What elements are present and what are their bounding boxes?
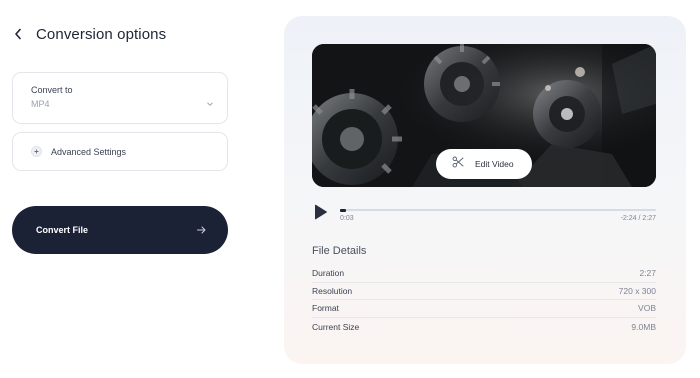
detail-value: 720 x 300 [618,285,656,296]
chevron-left-icon [14,28,22,40]
detail-value: VOB [638,303,656,314]
advanced-settings-toggle[interactable]: Advanced Settings [12,132,228,171]
advanced-settings-label: Advanced Settings [51,146,127,157]
detail-value: 9.0MB [631,321,656,332]
progress-fill [340,208,347,212]
convert-file-label: Convert File [36,225,89,235]
edit-video-label: Edit Video [475,159,514,169]
arrow-right-icon [197,221,206,239]
file-details-title: File Details [312,245,367,257]
detail-row-duration: Duration 2:27 [312,265,656,283]
header: Conversion options [14,24,166,44]
play-icon [314,204,328,224]
convert-to-select[interactable]: Convert to MP4 [12,72,228,124]
detail-value: 2:27 [639,268,656,279]
convert-file-button[interactable]: Convert File [12,206,228,254]
detail-key: Format [312,303,339,314]
file-details-list: Duration 2:27 Resolution 720 x 300 Forma… [312,265,656,335]
detail-row-format: Format VOB [312,300,656,318]
plus-icon [31,146,42,157]
chevron-down-icon [207,102,213,106]
progress-slider[interactable] [340,208,656,212]
detail-key: Resolution [312,285,353,296]
page-title: Conversion options [36,25,167,43]
video-preview[interactable]: Edit Video [312,44,656,187]
current-time: 0:03 [340,215,354,222]
play-button[interactable] [314,204,328,220]
scissors-icon [452,155,464,173]
preview-panel: Edit Video 0:03 -2:24 / 2:27 File Detail… [284,16,686,364]
detail-row-current-size: Current Size 9.0MB [312,318,656,336]
convert-to-row: MP4 [31,99,213,109]
convert-to-label: Convert to [31,85,73,95]
detail-key: Duration [312,268,345,279]
remaining-total-time: -2:24 / 2:27 [620,215,656,222]
convert-to-value: MP4 [31,99,50,109]
detail-row-resolution: Resolution 720 x 300 [312,283,656,301]
edit-video-button[interactable]: Edit Video [436,149,532,179]
detail-key: Current Size [312,321,360,332]
back-button[interactable] [14,24,28,44]
